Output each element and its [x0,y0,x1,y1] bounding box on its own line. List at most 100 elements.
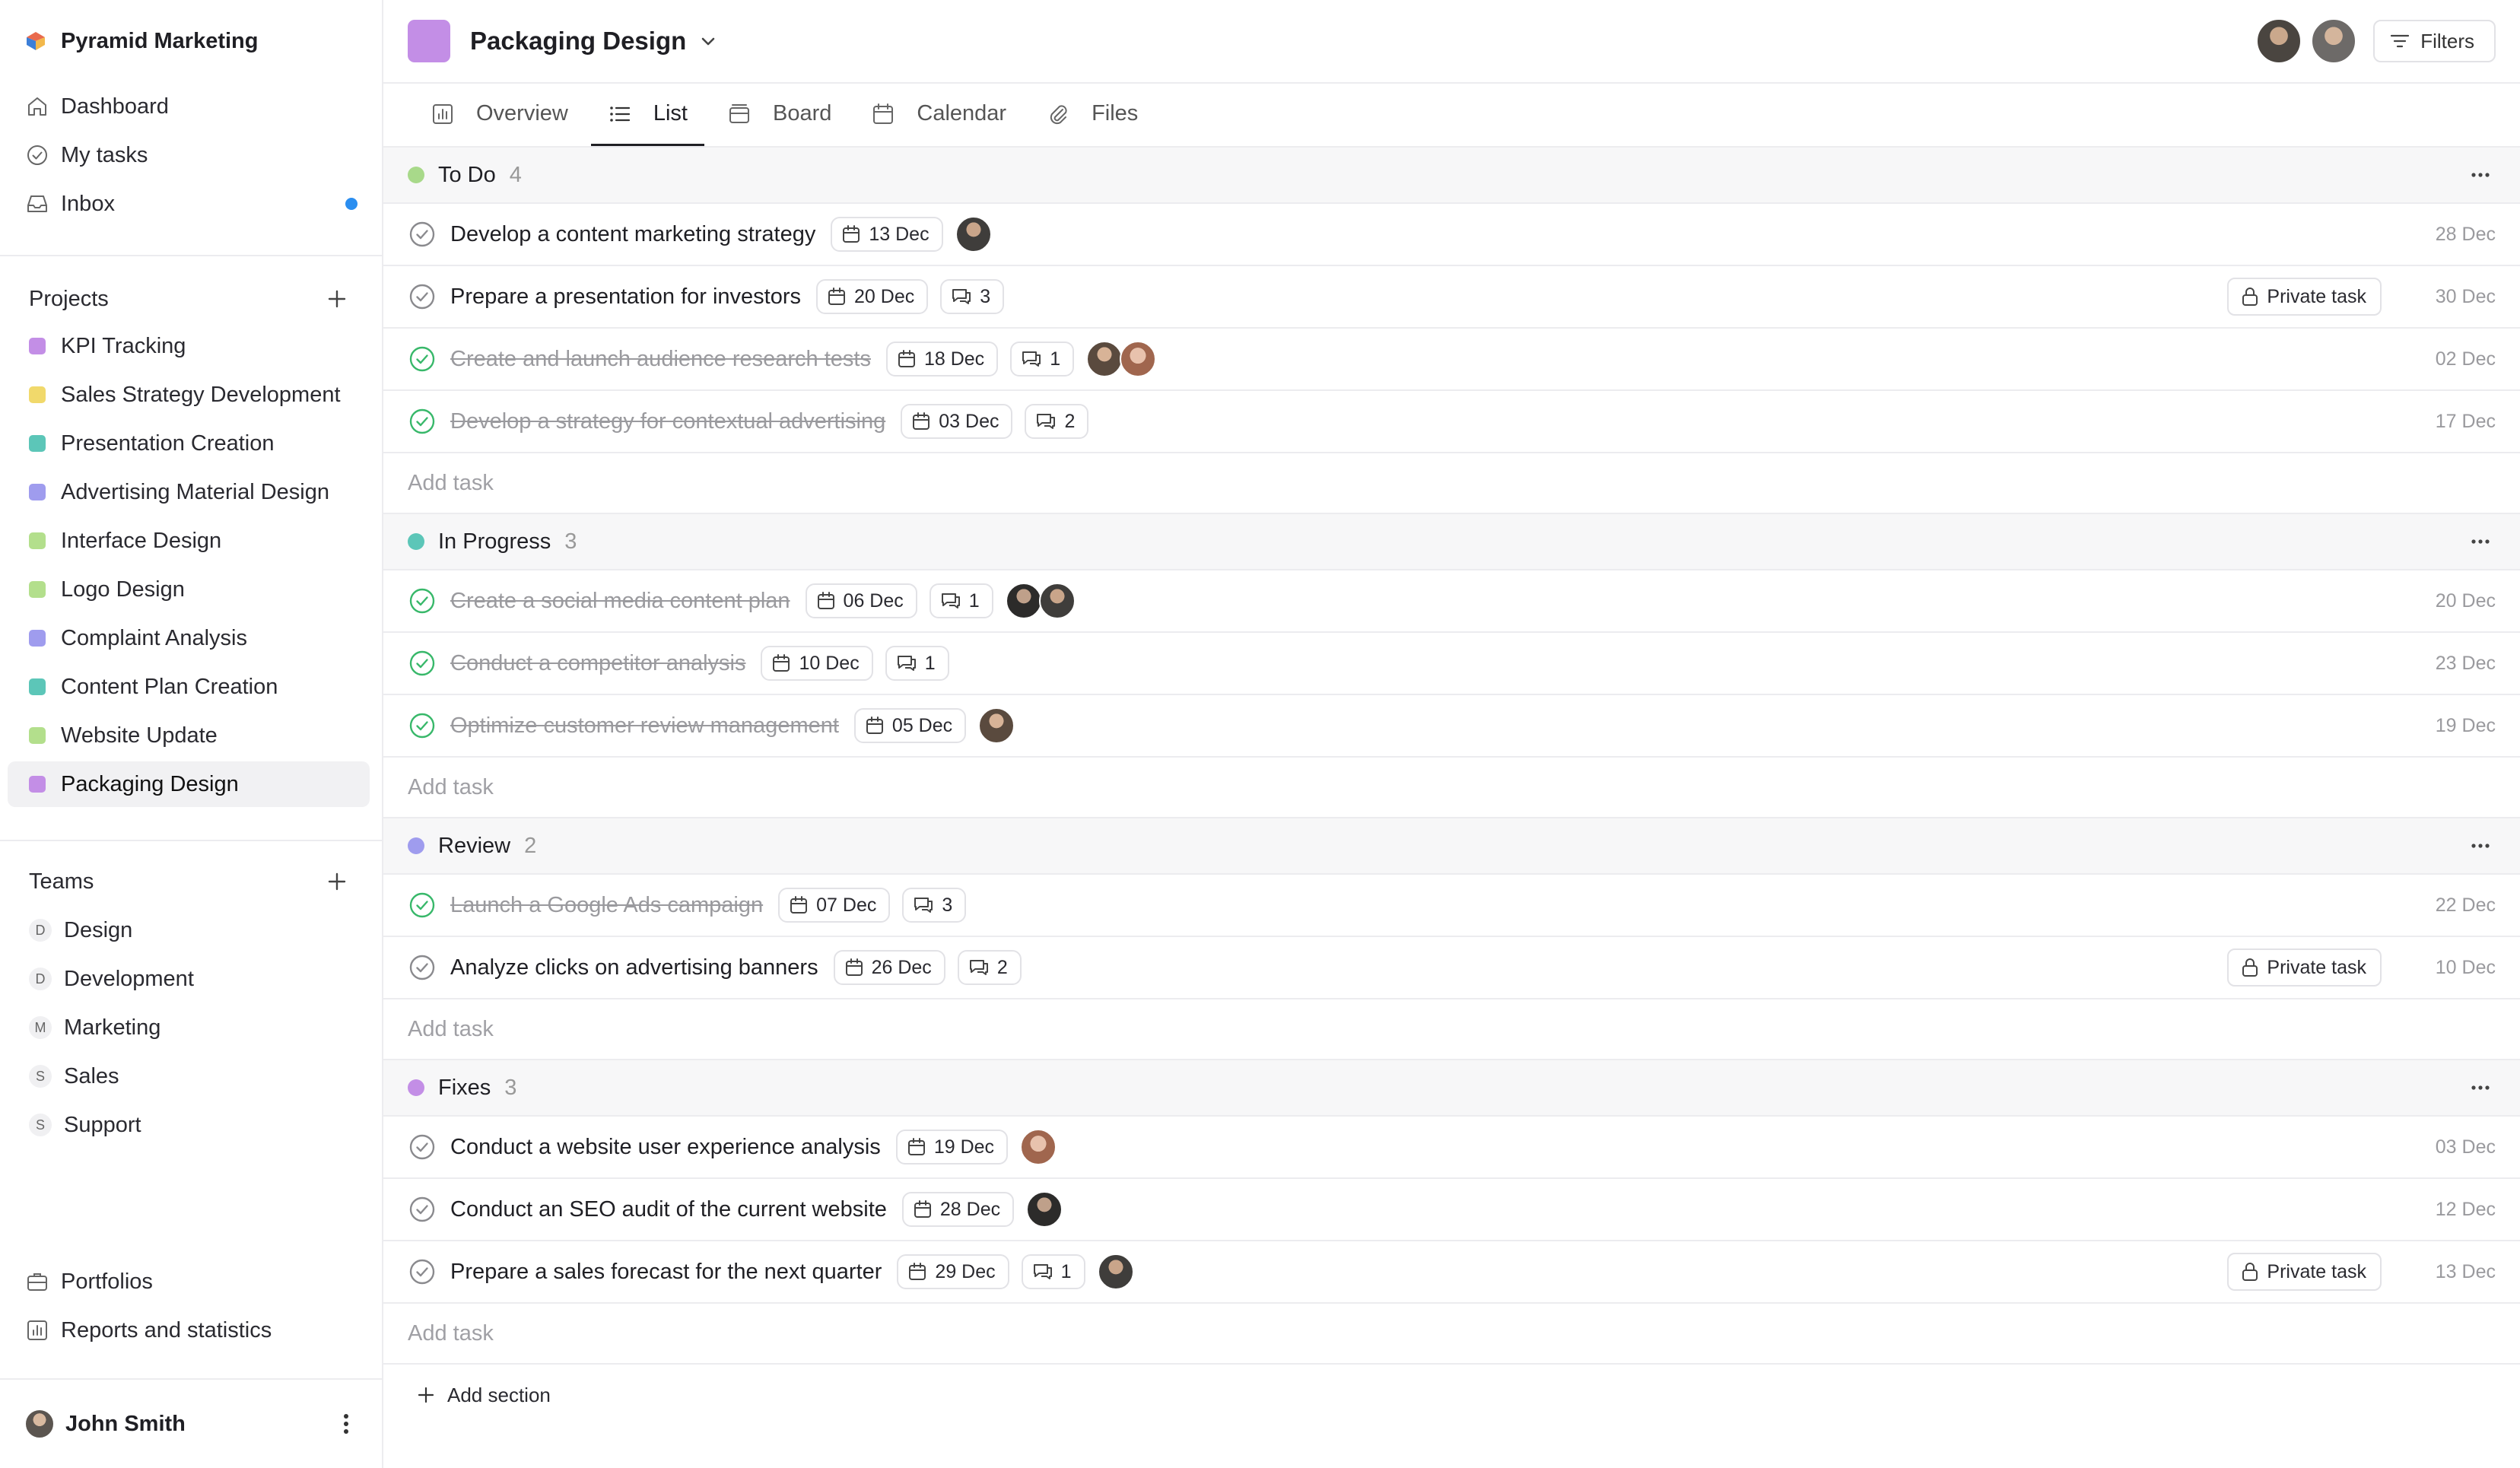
assignee-avatars[interactable] [1005,583,1076,619]
sidebar-link-portfolios[interactable]: Portfolios [0,1257,382,1306]
assignee-avatars[interactable] [1086,341,1157,377]
incomplete-check-icon[interactable] [408,282,437,311]
tab-list[interactable]: List [590,84,704,146]
task-name[interactable]: Create a social media content plan [450,589,790,614]
comments-chip[interactable]: 2 [1025,404,1089,439]
assignee-avatar[interactable] [1020,1129,1057,1165]
due-date-chip[interactable]: 10 Dec [761,646,873,681]
task-name[interactable]: Conduct a competitor analysis [450,651,745,676]
tab-calendar[interactable]: Calendar [854,84,1023,146]
task-row[interactable]: Launch a Google Ads campaign 07 Dec 3 22 De… [383,875,2520,937]
task-row[interactable]: Prepare a presentation for investors 20 D… [383,266,2520,329]
nav-item-inbox[interactable]: Inbox [0,180,382,228]
comments-chip[interactable]: 1 [1021,1254,1085,1289]
assignee-avatar[interactable] [955,216,992,253]
sidebar-project-item[interactable]: KPI Tracking [8,323,370,369]
sidebar-project-item[interactable]: Content Plan Creation [8,664,370,710]
task-name[interactable]: Conduct a website user experience analys… [450,1135,881,1160]
sidebar-team-item[interactable]: M Marketing [0,1003,382,1052]
add-task-button[interactable]: Add task [383,758,2520,818]
task-row[interactable]: Conduct an SEO audit of the current webs… [383,1179,2520,1241]
add-task-button[interactable]: Add task [383,453,2520,514]
incomplete-check-icon[interactable] [408,220,437,249]
completed-check-icon[interactable] [408,891,437,920]
incomplete-check-icon[interactable] [408,1257,437,1286]
section-name[interactable]: Review [438,834,510,859]
incomplete-check-icon[interactable] [408,1195,437,1224]
due-date-chip[interactable]: 18 Dec [885,342,999,377]
due-date-chip[interactable]: 28 Dec [901,1192,1015,1227]
task-name[interactable]: Prepare a presentation for investors [450,284,801,310]
task-row[interactable]: Develop a content marketing strategy 13 D… [383,204,2520,266]
comments-chip[interactable]: 2 [957,950,1022,985]
task-name[interactable]: Create and launch audience research test… [450,347,871,372]
due-date-chip[interactable]: 03 Dec [901,404,1013,439]
member-avatar[interactable] [2311,18,2357,64]
due-date-chip[interactable]: 20 Dec [816,279,929,314]
task-name[interactable]: Launch a Google Ads campaign [450,893,763,918]
task-row[interactable]: Optimize customer review management 05 De… [383,695,2520,758]
task-row[interactable]: Prepare a sales forecast for the next qu… [383,1241,2520,1304]
due-date-chip[interactable]: 26 Dec [833,950,945,985]
task-row[interactable]: Create and launch audience research test… [383,329,2520,391]
section-more-button[interactable] [2465,160,2496,190]
comments-chip[interactable]: 1 [1010,342,1075,377]
due-date-chip[interactable]: 05 Dec [853,708,967,743]
comments-chip[interactable]: 1 [929,583,993,618]
incomplete-check-icon[interactable] [408,1133,437,1161]
sidebar-project-item[interactable]: Logo Design [8,567,370,612]
member-avatar[interactable] [2256,18,2302,64]
sidebar-project-item[interactable]: Sales Strategy Development [8,372,370,418]
add-team-button[interactable] [324,869,350,894]
assignee-avatar[interactable] [1026,1191,1063,1228]
assignee-avatars[interactable] [1026,1191,1063,1228]
incomplete-check-icon[interactable] [408,953,437,982]
due-date-chip[interactable]: 06 Dec [805,583,917,618]
private-task-badge[interactable]: Private task [2227,948,2382,987]
comments-chip[interactable]: 3 [902,888,967,923]
user-menu-button[interactable] [335,1409,358,1439]
task-name[interactable]: Conduct an SEO audit of the current webs… [450,1197,887,1222]
nav-item-dashboard[interactable]: Dashboard [0,82,382,131]
completed-check-icon[interactable] [408,407,437,436]
assignee-avatars[interactable] [955,216,992,253]
task-name[interactable]: Develop a strategy for contextual advert… [450,409,885,434]
sidebar-project-item[interactable]: Website Update [8,713,370,758]
section-more-button[interactable] [2465,526,2496,557]
task-name[interactable]: Analyze clicks on advertising banners [450,955,818,980]
tab-overview[interactable]: Overview [414,84,585,146]
task-row[interactable]: Create a social media content plan 06 Dec… [383,570,2520,633]
assignee-avatar[interactable] [978,707,1015,744]
assignee-avatar[interactable] [1005,583,1042,619]
user-bar[interactable]: John Smith [0,1378,382,1468]
section-more-button[interactable] [2465,1072,2496,1103]
sidebar-team-item[interactable]: D Development [0,955,382,1003]
assignee-avatars[interactable] [978,707,1015,744]
due-date-chip[interactable]: 07 Dec [778,888,891,923]
workspace-switcher[interactable]: Pyramid Marketing [0,0,382,82]
task-row[interactable]: Analyze clicks on advertising banners 26 … [383,937,2520,999]
task-name[interactable]: Develop a content marketing strategy [450,222,815,247]
completed-check-icon[interactable] [408,711,437,740]
add-section-button[interactable]: Add section [383,1365,2520,1425]
assignee-avatar[interactable] [1120,341,1157,377]
sidebar-link-reports-and-statistics[interactable]: Reports and statistics [0,1306,382,1355]
sidebar-project-item[interactable]: Presentation Creation [8,421,370,466]
section-more-button[interactable] [2465,831,2496,861]
assignee-avatars[interactable] [1020,1129,1057,1165]
assignee-avatar[interactable] [1038,583,1076,619]
sidebar-team-item[interactable]: S Sales [0,1052,382,1101]
sidebar-project-item[interactable]: Advertising Material Design [8,469,370,515]
due-date-chip[interactable]: 13 Dec [831,217,943,252]
section-name[interactable]: Fixes [438,1076,491,1101]
completed-check-icon[interactable] [408,649,437,678]
sidebar-project-item[interactable]: Interface Design [8,518,370,564]
task-name[interactable]: Optimize customer review management [450,713,839,739]
section-name[interactable]: In Progress [438,529,551,554]
due-date-chip[interactable]: 19 Dec [895,1130,1009,1165]
sidebar-team-item[interactable]: S Support [0,1101,382,1149]
filters-button[interactable]: Filters [2373,20,2496,62]
assignee-avatars[interactable] [1097,1254,1134,1290]
comments-chip[interactable]: 3 [940,279,1005,314]
private-task-badge[interactable]: Private task [2227,1253,2382,1291]
